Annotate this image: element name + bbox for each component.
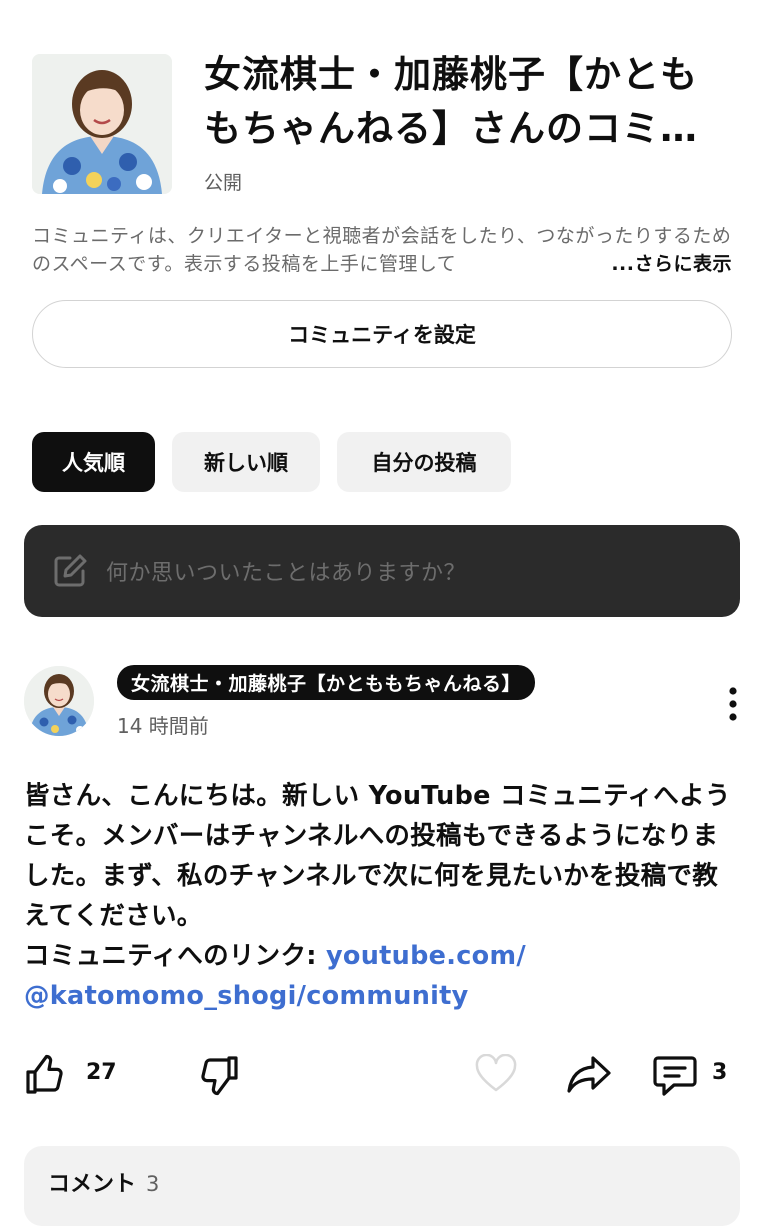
- post-timestamp: 14 時間前: [117, 714, 209, 738]
- community-avatar: [32, 54, 172, 194]
- post-text: 皆さん、こんにちは。新しい YouTube コミュニティへようこそ。メンバーはチ…: [24, 781, 731, 931]
- comment-icon[interactable]: [652, 1052, 698, 1098]
- community-link-part2[interactable]: @katomomo_shogi/community: [24, 981, 469, 1011]
- post-body: 皆さん、こんにちは。新しい YouTube コミュニティへようこそ。メンバーはチ…: [24, 776, 740, 1016]
- thumb-down-icon[interactable]: [196, 1054, 240, 1098]
- thumb-up-icon[interactable]: [24, 1052, 68, 1096]
- show-more-link[interactable]: ...さらに表示: [611, 250, 732, 278]
- heart-icon[interactable]: [474, 1054, 518, 1094]
- link-prefix: コミュニティへのリンク:: [24, 941, 326, 971]
- filter-chip-newest[interactable]: 新しい順: [172, 432, 320, 492]
- edit-icon: [54, 554, 87, 587]
- community-settings-button[interactable]: コミュニティを設定: [32, 300, 732, 368]
- community-title: 女流棋士・加藤桃子【かとももちゃんねる】さんのコミュニティ: [204, 53, 698, 150]
- comments-label: コメント: [48, 1172, 137, 1197]
- comment-count: 3: [712, 1060, 728, 1085]
- more-vert-icon[interactable]: [724, 686, 742, 722]
- visibility-label: 公開: [204, 172, 243, 194]
- author-name-badge[interactable]: 女流棋士・加藤桃子【かとももちゃんねる】: [117, 665, 536, 700]
- community-link-part1[interactable]: youtube.com/: [326, 941, 526, 971]
- composer-placeholder: 何か思いついたことはありますか？: [106, 561, 467, 586]
- like-count: 27: [86, 1060, 117, 1085]
- share-icon[interactable]: [566, 1054, 612, 1094]
- community-description: コミュニティは、クリエイターと視聴者が会話をしたり、つながったりするためのスペー…: [32, 222, 732, 278]
- filter-chip-my-posts[interactable]: 自分の投稿: [337, 432, 511, 492]
- filter-chip-popular[interactable]: 人気順: [32, 432, 155, 492]
- description-fade: ...さらに表示: [532, 250, 732, 278]
- post-composer[interactable]: 何か思いついたことはありますか？: [24, 525, 740, 617]
- author-avatar[interactable]: [24, 666, 94, 736]
- comments-section[interactable]: コメント 3: [24, 1146, 740, 1226]
- comments-total: 3: [146, 1172, 160, 1196]
- comments-header: コメント 3: [48, 1166, 159, 1198]
